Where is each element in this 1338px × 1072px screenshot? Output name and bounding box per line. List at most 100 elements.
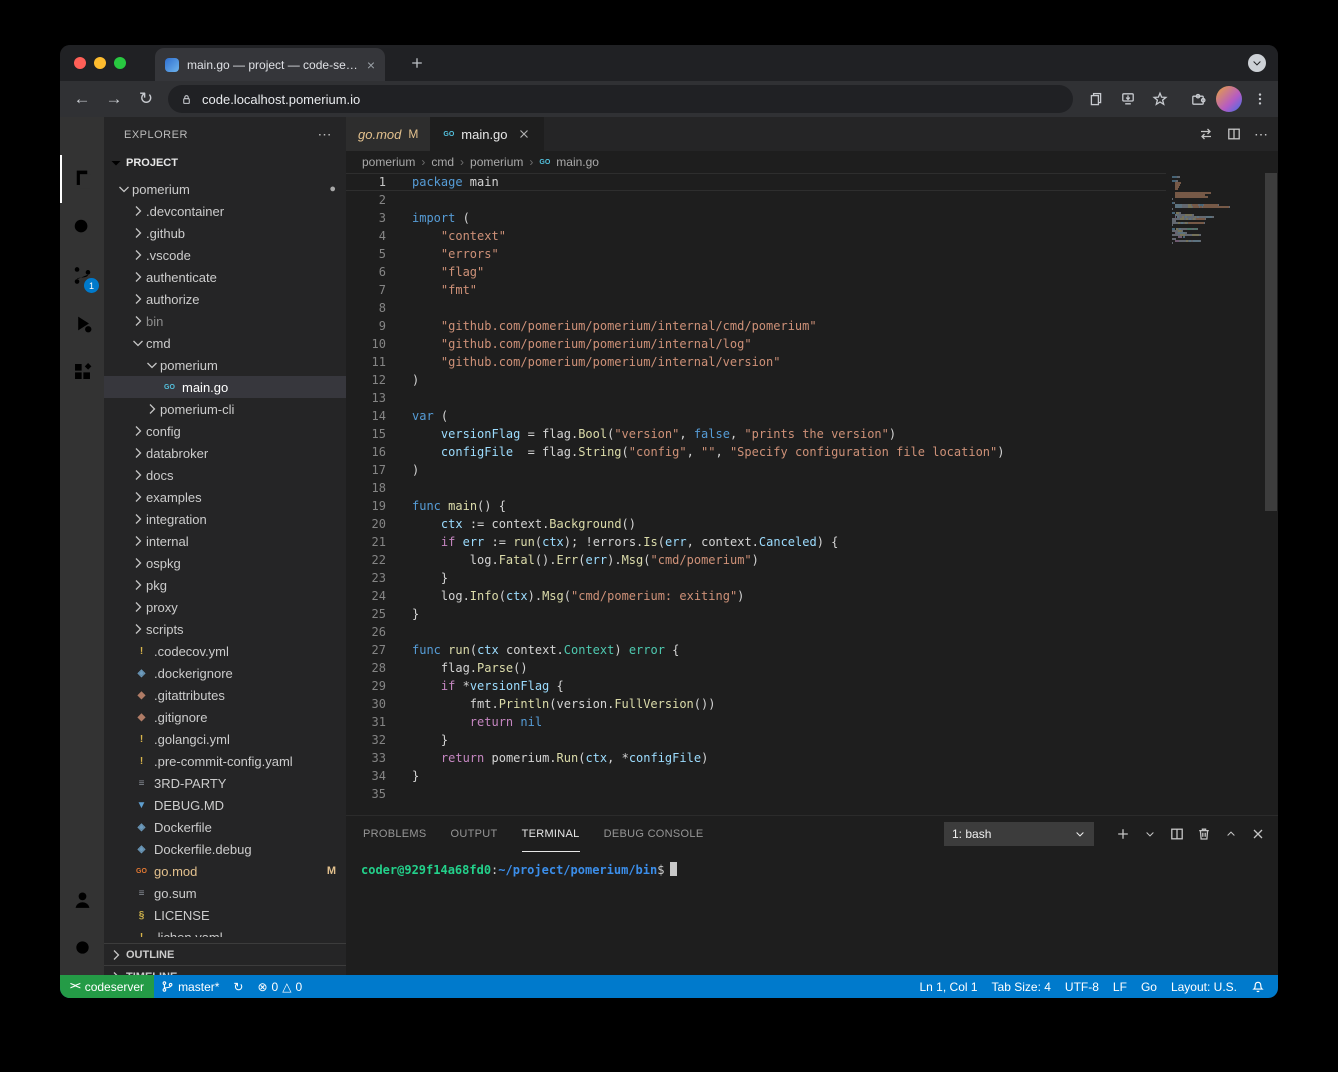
code-line-16[interactable]: 16 configFile = flag.String("config", ""… [346, 443, 1166, 461]
code-line-3[interactable]: 3import ( [346, 209, 1166, 227]
git-branch-item[interactable]: master* [154, 975, 226, 998]
browser-tab[interactable]: main.go — project — code-ser... × [155, 48, 385, 81]
new-tab-button[interactable] [404, 50, 430, 76]
tree-item-authenticate[interactable]: authenticate [104, 266, 346, 288]
breadcrumb-item-main.go[interactable]: main.go [556, 155, 599, 169]
code-line-12[interactable]: 12) [346, 371, 1166, 389]
code-line-15[interactable]: 15 versionFlag = flag.Bool("version", fa… [346, 425, 1166, 443]
back-button[interactable]: ← [68, 85, 96, 113]
code-line-8[interactable]: 8 [346, 299, 1166, 317]
code-line-9[interactable]: 9 "github.com/pomerium/pomerium/internal… [346, 317, 1166, 335]
tree-item-docs[interactable]: docs [104, 464, 346, 486]
copy-link-icon[interactable] [1082, 85, 1110, 113]
sync-button[interactable]: ↻ [226, 975, 250, 998]
terminal-dropdown-icon[interactable] [1140, 824, 1160, 844]
code-line-25[interactable]: 25} [346, 605, 1166, 623]
tab-go-mod[interactable]: go.mod M [346, 117, 431, 151]
code-line-17[interactable]: 17) [346, 461, 1166, 479]
source-control-icon[interactable]: 1 [60, 251, 104, 299]
close-tab-icon[interactable] [517, 127, 531, 141]
code-line-1[interactable]: 1package main [346, 173, 1166, 191]
tree-item-.github[interactable]: .github [104, 222, 346, 244]
tree-item-.dockerignore[interactable]: ◈.dockerignore [104, 662, 346, 684]
close-tab-icon[interactable]: × [367, 58, 375, 72]
section-outline[interactable]: OUTLINE [104, 943, 346, 965]
install-app-icon[interactable] [1114, 85, 1142, 113]
code-line-27[interactable]: 27func run(ctx context.Context) error { [346, 641, 1166, 659]
split-editor-icon[interactable] [1226, 126, 1242, 142]
scrollbar-thumb[interactable] [1265, 173, 1277, 511]
zoom-window-button[interactable] [114, 57, 126, 69]
breadcrumb-item-pomerium[interactable]: pomerium [362, 155, 415, 169]
code-line-5[interactable]: 5 "errors" [346, 245, 1166, 263]
extensions-icon[interactable] [60, 347, 104, 395]
code-line-20[interactable]: 20 ctx := context.Background() [346, 515, 1166, 533]
maximize-panel-icon[interactable] [1221, 824, 1241, 844]
code-line-30[interactable]: 30 fmt.Println(version.FullVersion()) [346, 695, 1166, 713]
tree-item-LICENSE[interactable]: §LICENSE [104, 904, 346, 926]
code-line-7[interactable]: 7 "fmt" [346, 281, 1166, 299]
tree-item-examples[interactable]: examples [104, 486, 346, 508]
code-line-23[interactable]: 23 } [346, 569, 1166, 587]
tree-item-go.mod[interactable]: GOgo.modM [104, 860, 346, 882]
tree-item-bin[interactable]: bin [104, 310, 346, 332]
kill-terminal-icon[interactable] [1194, 824, 1214, 844]
tree-item-scripts[interactable]: scripts [104, 618, 346, 640]
project-section-header[interactable]: PROJECT [104, 152, 346, 174]
tree-item-databroker[interactable]: databroker [104, 442, 346, 464]
search-icon[interactable] [60, 203, 104, 251]
extensions-puzzle-icon[interactable] [1184, 85, 1212, 113]
profile-avatar[interactable] [1216, 86, 1242, 112]
tree-item-.gitattributes[interactable]: ◆.gitattributes [104, 684, 346, 706]
code-line-14[interactable]: 14var ( [346, 407, 1166, 425]
status-tab-size[interactable]: Tab Size: 4 [985, 975, 1058, 998]
remote-indicator[interactable]: >< codeserver [60, 975, 154, 998]
code-line-33[interactable]: 33 return pomerium.Run(ctx, *configFile) [346, 749, 1166, 767]
code-line-2[interactable]: 2 [346, 191, 1166, 209]
panel-tab-output[interactable]: OUTPUT [451, 816, 498, 852]
code-line-24[interactable]: 24 log.Info(ctx).Msg("cmd/pomerium: exit… [346, 587, 1166, 605]
editor-more-actions-icon[interactable]: ⋯ [1254, 126, 1268, 143]
code-line-13[interactable]: 13 [346, 389, 1166, 407]
code-line-18[interactable]: 18 [346, 479, 1166, 497]
code-editor[interactable]: 1package main23import (4 "context"5 "err… [346, 173, 1278, 815]
status-line-col[interactable]: Ln 1, Col 1 [913, 975, 985, 998]
tree-item-Dockerfile.debug[interactable]: ◈Dockerfile.debug [104, 838, 346, 860]
status-eol[interactable]: LF [1106, 975, 1134, 998]
status-keyboard-layout[interactable]: Layout: U.S. [1164, 975, 1244, 998]
code-line-22[interactable]: 22 log.Fatal().Err(err).Msg("cmd/pomeriu… [346, 551, 1166, 569]
problems-indicator[interactable]: ⊗ 0 △ 0 [250, 975, 309, 998]
explorer-icon[interactable] [60, 155, 104, 203]
code-line-26[interactable]: 26 [346, 623, 1166, 641]
address-bar[interactable]: code.localhost.pomerium.io [168, 85, 1073, 113]
bookmark-star-icon[interactable] [1146, 85, 1174, 113]
notifications-bell[interactable] [1244, 975, 1272, 998]
code-line-4[interactable]: 4 "context" [346, 227, 1166, 245]
minimap[interactable] [1172, 176, 1262, 246]
open-changes-icon[interactable] [1198, 126, 1214, 142]
tree-item-DEBUG.MD[interactable]: ▼DEBUG.MD [104, 794, 346, 816]
menu-icon[interactable] [60, 117, 104, 155]
panel-tab-debug-console[interactable]: DEBUG CONSOLE [604, 816, 704, 852]
explorer-more-actions-icon[interactable]: ⋯ [318, 126, 333, 143]
settings-gear-icon[interactable] [60, 923, 104, 971]
panel-tab-problems[interactable]: PROBLEMS [363, 816, 427, 852]
tree-item-pomerium-cli[interactable]: pomerium-cli [104, 398, 346, 420]
browser-menu-icon[interactable] [1246, 85, 1274, 113]
code-line-29[interactable]: 29 if *versionFlag { [346, 677, 1166, 695]
code-line-10[interactable]: 10 "github.com/pomerium/pomerium/interna… [346, 335, 1166, 353]
tree-item-pkg[interactable]: pkg [104, 574, 346, 596]
status-language[interactable]: Go [1134, 975, 1164, 998]
tree-item-.devcontainer[interactable]: .devcontainer [104, 200, 346, 222]
code-line-28[interactable]: 28 flag.Parse() [346, 659, 1166, 677]
tree-item-.gitignore[interactable]: ◆.gitignore [104, 706, 346, 728]
code-line-31[interactable]: 31 return nil [346, 713, 1166, 731]
code-line-21[interactable]: 21 if err := run(ctx); !errors.Is(err, c… [346, 533, 1166, 551]
account-icon[interactable] [60, 875, 104, 923]
minimize-window-button[interactable] [94, 57, 106, 69]
code-line-35[interactable]: 35 [346, 785, 1166, 803]
split-terminal-icon[interactable] [1167, 824, 1187, 844]
section-timeline[interactable]: TIMELINE [104, 965, 346, 975]
breadcrumb-item-pomerium[interactable]: pomerium [470, 155, 523, 169]
close-window-button[interactable] [74, 57, 86, 69]
